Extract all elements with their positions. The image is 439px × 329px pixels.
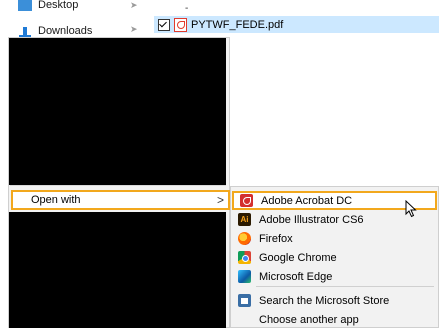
downloads-icon (18, 25, 32, 37)
submenu-separator (256, 286, 434, 287)
submenu-arrow-icon: > (216, 193, 224, 207)
submenu-item-label: Adobe Illustrator CS6 (259, 213, 364, 226)
store-icon (238, 294, 251, 307)
redacted-menu-region (9, 38, 226, 185)
menu-separator (10, 185, 226, 186)
submenu-item-firefox[interactable]: Firefox (232, 229, 437, 248)
nav-item-label: Downloads (38, 25, 93, 37)
column-marker: - (185, 3, 189, 14)
pdf-file-icon (174, 17, 187, 32)
adobe-illustrator-icon: Ai (238, 213, 251, 226)
submenu-item-label: Choose another app (259, 313, 359, 326)
pin-icon[interactable]: ➤ (130, 24, 138, 35)
file-checkbox[interactable] (158, 18, 170, 31)
chrome-icon (238, 251, 251, 264)
submenu-item-choose-another-app[interactable]: Choose another app (232, 310, 437, 329)
nav-item-label: Desktop (38, 0, 79, 11)
submenu-item-label: Adobe Acrobat DC (261, 194, 353, 207)
mouse-cursor-icon (405, 200, 417, 218)
adobe-acrobat-icon (240, 194, 253, 207)
submenu-item-label: Microsoft Edge (259, 270, 333, 283)
submenu-item-label: Search the Microsoft Store (259, 294, 390, 307)
submenu-item-label: Firefox (259, 232, 293, 245)
nav-item-desktop[interactable]: Desktop (18, 0, 78, 14)
submenu-item-search-store[interactable]: Search the Microsoft Store (232, 291, 437, 310)
desktop-icon (18, 0, 32, 11)
submenu-item-label: Google Chrome (259, 251, 337, 264)
file-name: PYTWF_FEDE.pdf (191, 18, 284, 31)
file-row-selected[interactable]: PYTWF_FEDE.pdf (154, 16, 439, 33)
open-with-menu-item[interactable]: Open with > (11, 190, 230, 210)
firefox-icon (238, 232, 251, 245)
submenu-item-microsoft-edge[interactable]: Microsoft Edge (232, 267, 437, 286)
submenu-item-google-chrome[interactable]: Google Chrome (232, 248, 437, 267)
edge-icon (238, 270, 251, 283)
open-with-label: Open with (31, 194, 81, 206)
pin-icon[interactable]: ➤ (130, 0, 138, 11)
redacted-menu-region (9, 212, 226, 328)
